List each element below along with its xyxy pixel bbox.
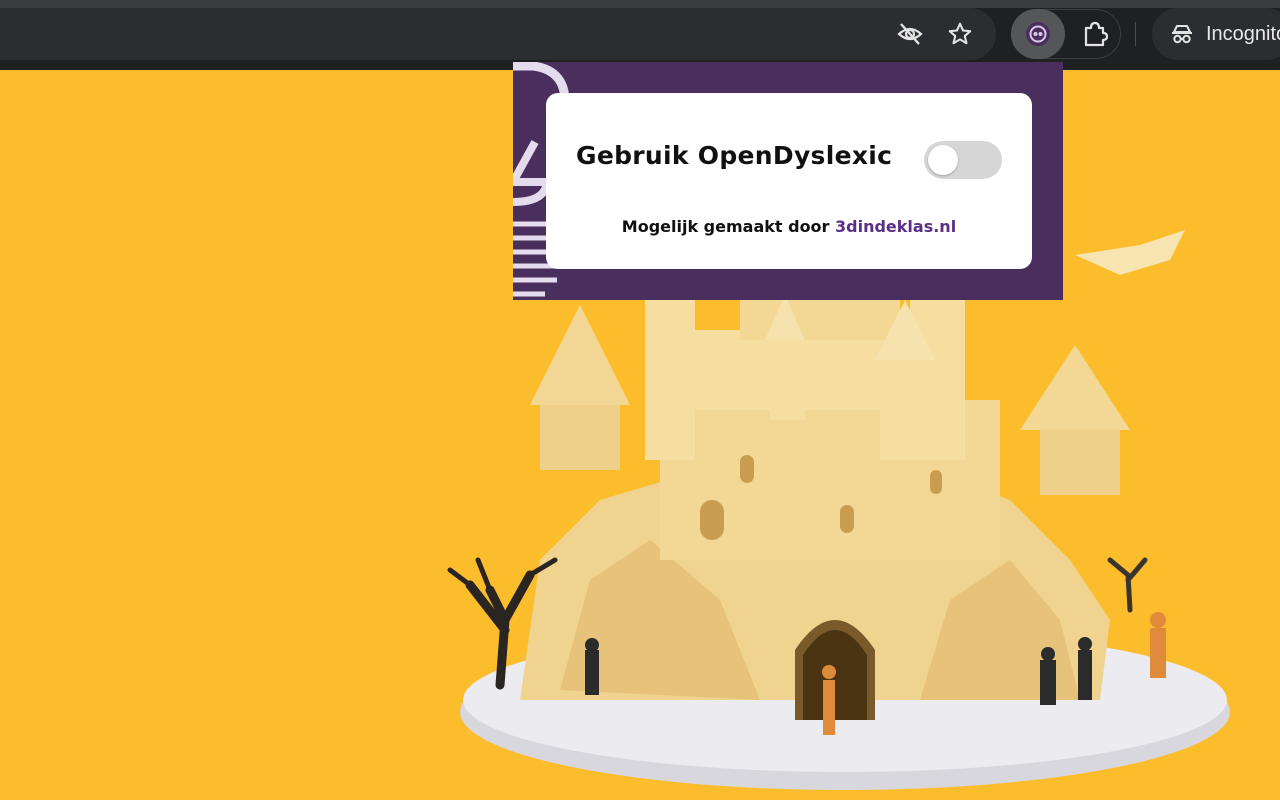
opendyslexic-toggle-label: Gebruik OpenDyslexic: [576, 141, 893, 170]
puzzle-icon[interactable]: [1075, 14, 1115, 54]
eye-off-icon[interactable]: [890, 14, 930, 54]
settings-card: Gebruik OpenDyslexic Mogelijk gemaakt do…: [546, 93, 1032, 269]
star-icon[interactable]: [940, 14, 980, 54]
incognito-indicator[interactable]: Incognito: [1152, 8, 1280, 60]
incognito-label: Incognito: [1206, 22, 1280, 45]
credit-text: Mogelijk gemaakt door: [621, 217, 830, 236]
credit-line: Mogelijk gemaakt door 3dindeklas.nl: [546, 217, 1032, 236]
extension-popup: Gebruik OpenDyslexic Mogelijk gemaakt do…: [513, 62, 1063, 300]
opendyslexic-toggle[interactable]: [924, 141, 1002, 179]
credit-link[interactable]: 3dindeklas.nl: [835, 217, 956, 236]
toggle-knob: [928, 145, 958, 175]
incognito-icon: [1172, 25, 1192, 44]
toolbar-separator: [1135, 22, 1136, 46]
browser-tab-strip: [0, 0, 1280, 8]
browser-window: Incognito Gebruik OpenDyslexic Mogelijk …: [0, 0, 1280, 800]
extension-opendyslexic-icon[interactable]: [1018, 14, 1058, 54]
address-bar[interactable]: [0, 8, 996, 60]
